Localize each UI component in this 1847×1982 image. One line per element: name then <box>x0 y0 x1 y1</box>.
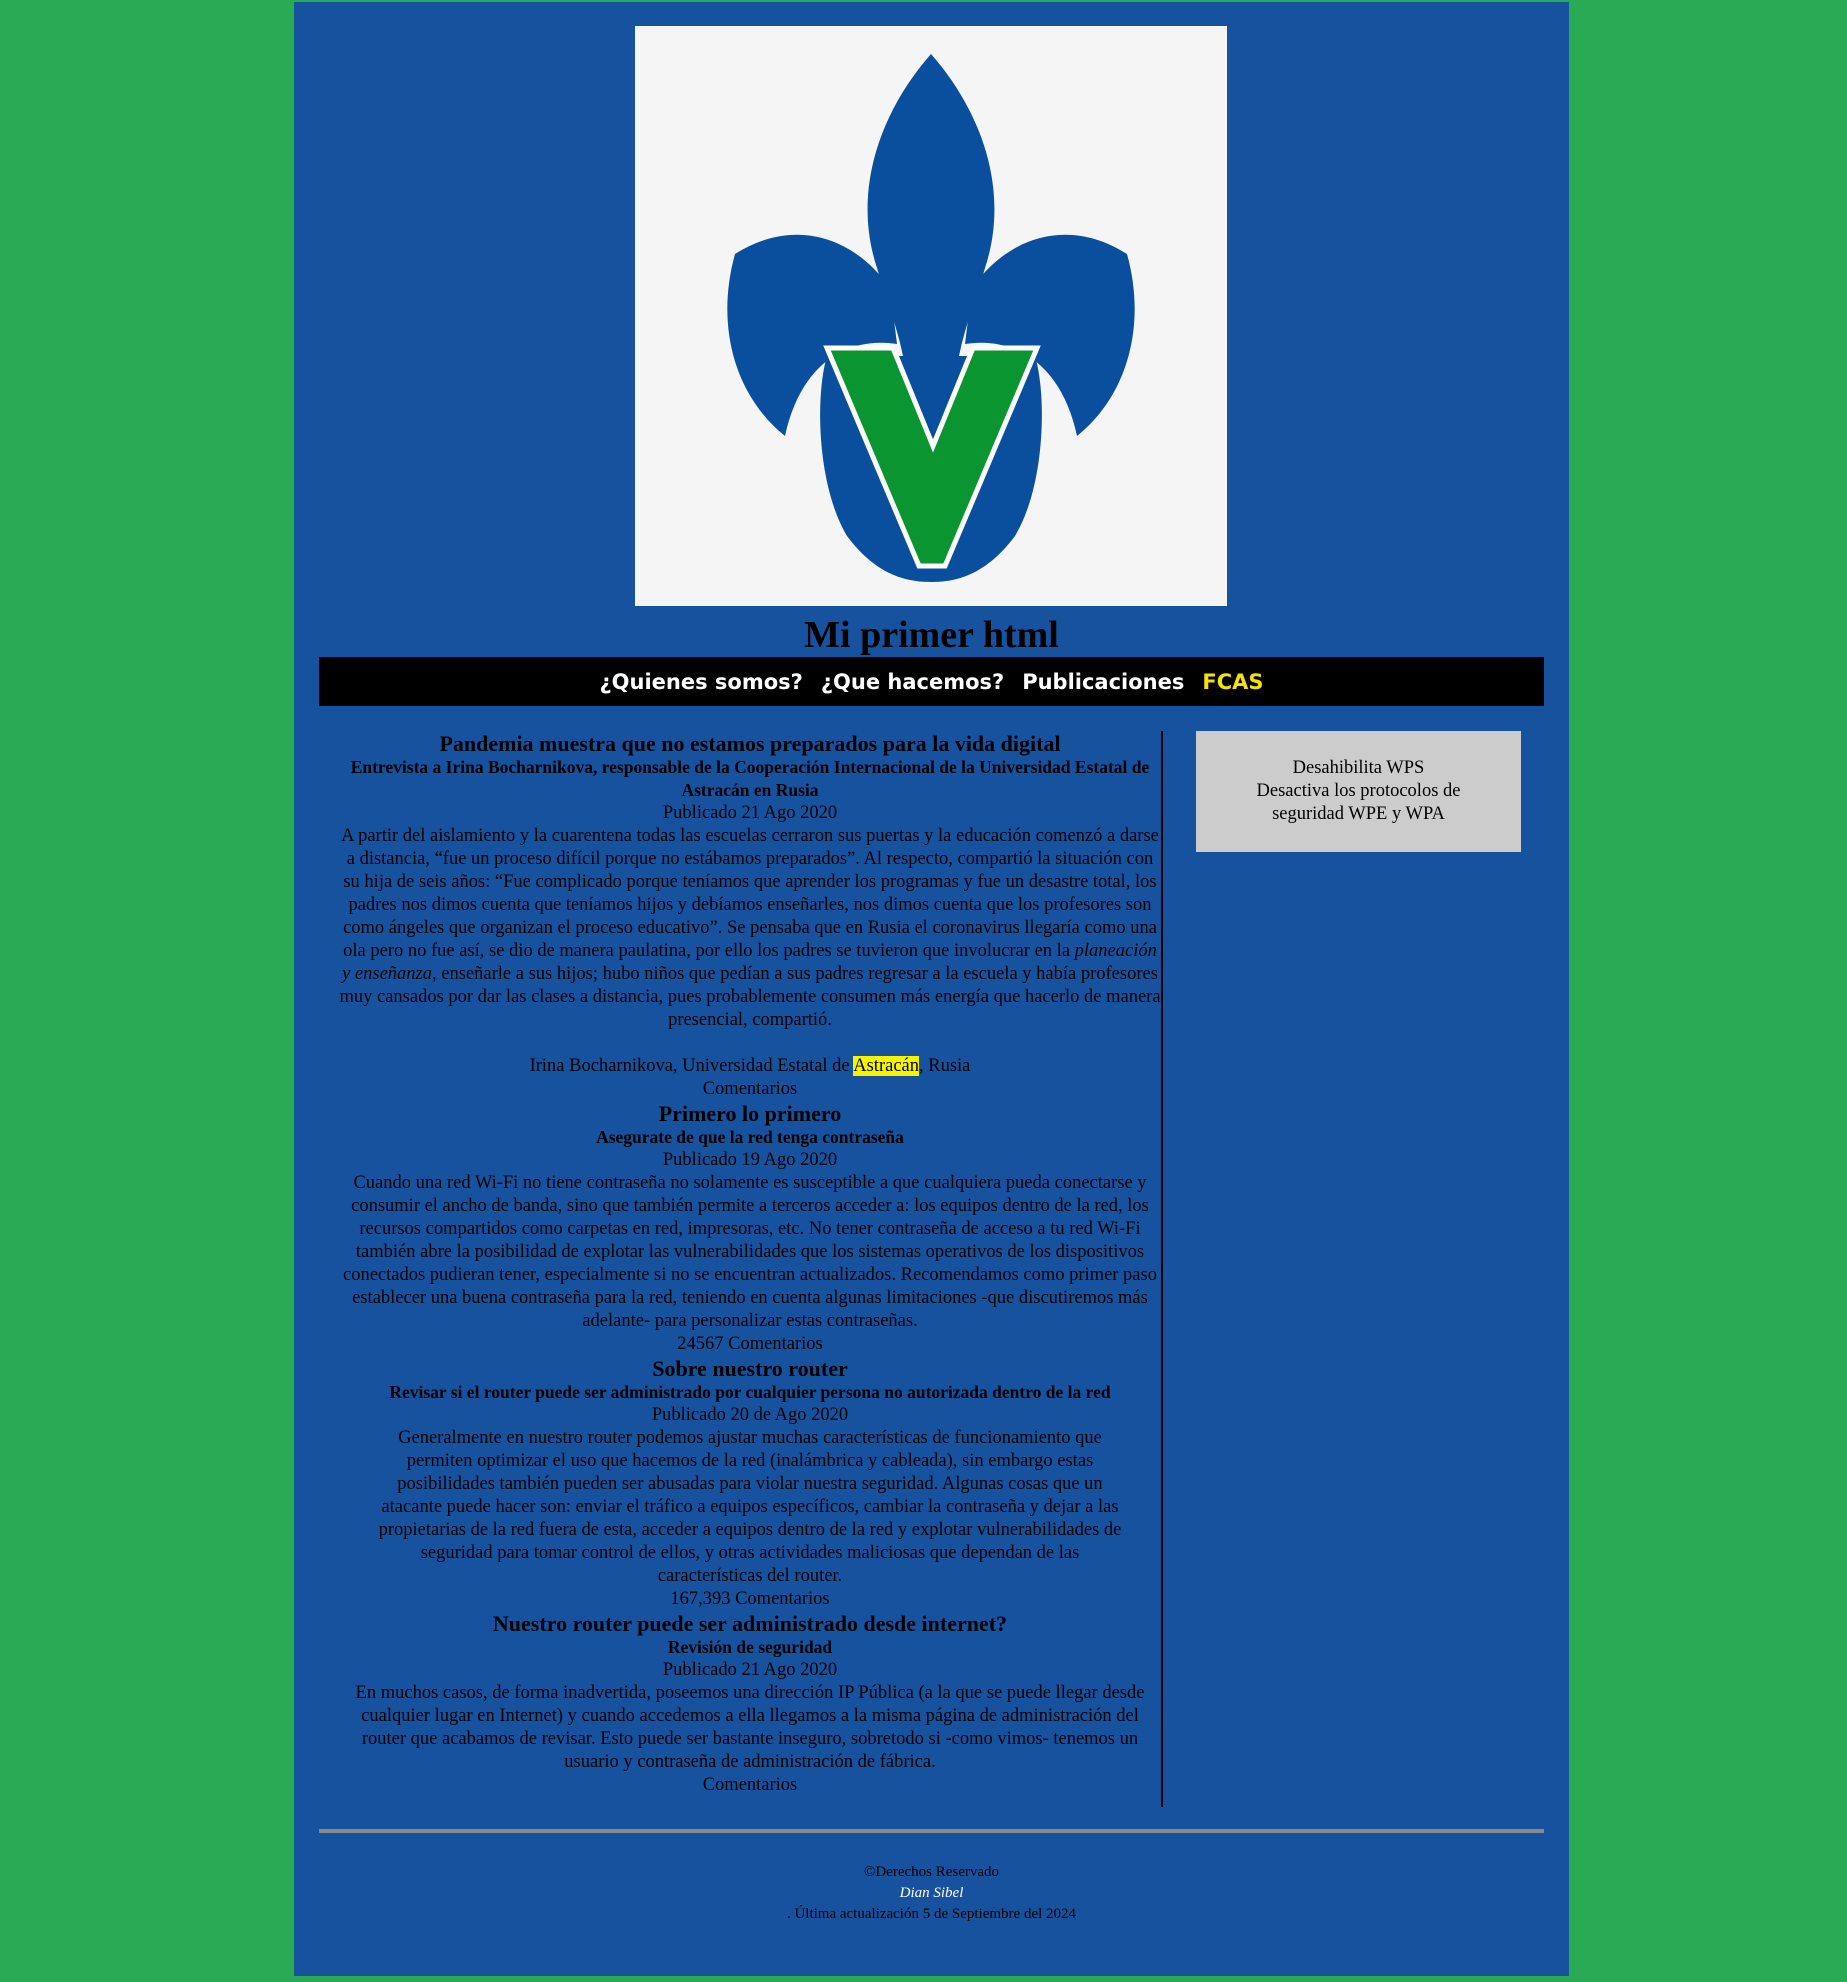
article-date: Publicado 19 Ago 2020 <box>662 1150 838 1170</box>
article-date: Publicado 21 Ago 2020 <box>662 803 838 823</box>
article-body-text: A partir del aislamiento y la cuarentena… <box>341 826 1159 961</box>
tip-protocols: Desactiva los protocolos de seguridad WP… <box>1256 781 1461 824</box>
article-title: Sobre nuestro router <box>652 1356 848 1381</box>
nav-link-publicaciones[interactable]: Publicaciones <box>1022 670 1184 694</box>
main-navigation: ¿Quienes somos? ¿Que hacemos? Publicacio… <box>319 657 1544 706</box>
footer-updated: . Última actualización 5 de Septiembre d… <box>786 1906 1077 1922</box>
article-comments[interactable]: 24567 Comentarios <box>339 1333 1161 1356</box>
article-body: En muchos casos, de forma inadvertida, p… <box>355 1683 1145 1772</box>
article-primero: Primero lo primero Asegurate de que la r… <box>339 1101 1161 1356</box>
article-date: Publicado 21 Ago 2020 <box>662 1660 838 1680</box>
article-title: Nuestro router puede ser administrado de… <box>492 1611 1008 1636</box>
article-title: Pandemia muestra que no estamos preparad… <box>439 731 1061 756</box>
credit-text: Irina Bocharnikova, Universidad Estatal … <box>529 1056 854 1076</box>
article-subtitle: Revisar si el router puede ser administr… <box>389 1382 1111 1402</box>
tip-wps: Desahibilita WPS <box>1292 758 1425 778</box>
article-pandemia: Pandemia muestra que no estamos preparad… <box>339 731 1161 1101</box>
footer-author: Dian Sibel <box>899 1885 964 1901</box>
article-comments[interactable]: Comentarios <box>339 1774 1161 1797</box>
articles-section: Pandemia muestra que no estamos preparad… <box>339 731 1163 1807</box>
article-router-internet: Nuestro router puede ser administrado de… <box>339 1611 1161 1797</box>
nav-link-quienes-somos[interactable]: ¿Quienes somos? <box>600 670 803 694</box>
logo-fleur-v-icon <box>727 54 1135 582</box>
article-body-text-end: , enseñarle a sus hijos; hubo niños que … <box>339 964 1161 1030</box>
article-title: Primero lo primero <box>658 1101 842 1126</box>
article-subtitle: Asegurate de que la red tenga contraseña <box>596 1127 904 1147</box>
page-container: Mi primer html ¿Quienes somos? ¿Que hace… <box>294 2 1569 1976</box>
sidebar-tips: Desahibilita WPS Desactiva los protocolo… <box>1196 731 1521 852</box>
page-footer: ©Derechos Reservado Dian Sibel . Última … <box>294 1862 1569 1925</box>
footer-copyright: ©Derechos Reservado <box>863 1864 1000 1880</box>
article-comments[interactable]: 167,393 Comentarios <box>339 1588 1161 1611</box>
article-subtitle: Entrevista a Irina Bocharnikova, respons… <box>350 757 1150 800</box>
article-credit: Irina Bocharnikova, Universidad Estatal … <box>339 1055 1161 1078</box>
article-body: Cuando una red Wi-Fi no tiene contraseña… <box>343 1173 1157 1331</box>
nav-link-que-hacemos[interactable]: ¿Que hacemos? <box>821 670 1004 694</box>
page-title: Mi primer html <box>804 614 1059 656</box>
footer-divider <box>319 1829 1544 1833</box>
credit-highlight: Astracán <box>853 1056 919 1076</box>
article-body: A partir del aislamiento y la cuarentena… <box>339 825 1161 1032</box>
credit-text-end: , Rusia <box>919 1056 971 1076</box>
article-subtitle: Revisión de seguridad <box>667 1637 833 1657</box>
article-date: Publicado 20 de Ago 2020 <box>651 1405 849 1425</box>
article-body: Generalmente en nuestro router podemos a… <box>378 1428 1122 1586</box>
nav-link-fcas[interactable]: FCAS <box>1202 670 1263 694</box>
article-comments[interactable]: Comentarios <box>339 1078 1161 1101</box>
university-logo <box>635 26 1227 606</box>
article-router: Sobre nuestro router Revisar si el route… <box>339 1356 1161 1611</box>
